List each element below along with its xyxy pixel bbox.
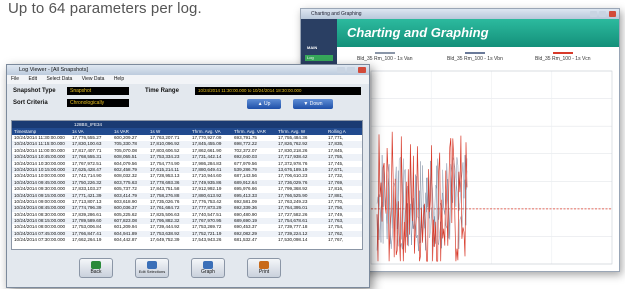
log-viewer-title: Log Viewer - [All Snapshots] [7, 65, 369, 75]
caption: Up to 64 parameters per log. [8, 0, 202, 17]
table-cell: 17,767, [328, 237, 344, 243]
menu-help[interactable]: Help [114, 76, 124, 82]
sort-criteria-field[interactable]: Chronologically [67, 99, 129, 107]
table-cell: 17,649,752.39 [150, 237, 180, 243]
print-button-label: Print [258, 269, 270, 275]
table-cell: 17,530,098.14 [278, 237, 308, 243]
printer-icon [259, 261, 269, 269]
table-cell: 604,442.87 [114, 237, 137, 243]
legend-item-vcn: Bld_35 Rm_100 - 1s Vcn [535, 52, 591, 62]
table-cell: 17,543,943.26 [192, 237, 222, 243]
log-viewer-window: Log Viewer - [All Snapshots] File Edit S… [6, 64, 370, 288]
line-chart: 126.5K126.0K125.5K125.0K124.5K124.0K123.… [350, 69, 613, 268]
nav-main[interactable]: MAIN [305, 45, 333, 51]
col-header-thrm-va[interactable]: Thrm. Avg. VA [192, 128, 221, 135]
table-cell: 17,662,264.19 [72, 237, 102, 243]
table-group-header: 128BS_IFE34 [12, 121, 362, 128]
col-header-thrm-var[interactable]: Thrm. Avg. VAR [234, 128, 266, 135]
chart-header: Charting and Graphing [337, 19, 619, 47]
graph-button-label: Graph [201, 269, 215, 275]
menu-edit[interactable]: Edit [28, 76, 37, 82]
charting-window-title: Charting and Graphing [301, 9, 619, 19]
legend-item-vbn: Bld_35 Rm_100 - 1s Vbn [447, 52, 503, 62]
charting-window-title-text: Charting and Graphing [311, 11, 362, 17]
table-row[interactable]: 10/24/2014 07:30:00.000 17,662,264.19 604,… [12, 237, 362, 243]
menu-view-data[interactable]: View Data [82, 76, 105, 82]
back-button[interactable]: Back [79, 258, 113, 278]
graph-icon [203, 261, 213, 269]
up-button-label: Up [263, 101, 271, 107]
edit-selections-button-label: Edit Selections [138, 269, 166, 274]
col-header-w[interactable]: 1s W [150, 128, 160, 135]
legend-swatch [552, 52, 573, 54]
legend-swatch [374, 52, 395, 54]
down-button-label: Down [309, 101, 323, 107]
sort-criteria-label: Sort Criteria [13, 100, 48, 106]
table-cell: 10/24/2014 07:30:00.000 [14, 237, 66, 243]
maximize-icon[interactable] [347, 67, 355, 73]
group-header-label: 128BS_IFE34 [74, 122, 103, 127]
col-header-va[interactable]: 1s VA [72, 128, 84, 135]
edit-selections-button[interactable]: Edit Selections [135, 258, 169, 278]
graph-button[interactable]: Graph [191, 258, 225, 278]
minimize-icon[interactable] [337, 67, 345, 73]
time-range-field[interactable]: 10/24/2014 11:30:00.000 to 10/24/2014 18… [195, 87, 361, 95]
table-cell: 681,532.47 [234, 237, 257, 243]
table-body: 10/24/2014 11:30:00.000 17,776,555.27 600,… [12, 135, 362, 244]
legend-label: Bld_35 Rm_100 - 1s Van [357, 56, 413, 62]
menu-file[interactable]: File [11, 76, 19, 82]
menu-select-data[interactable]: Select Data [46, 76, 72, 82]
log-viewer-title-text: Log Viewer - [All Snapshots] [19, 67, 88, 73]
print-button[interactable]: Print [247, 258, 281, 278]
maximize-icon[interactable] [599, 11, 606, 17]
col-header-thrm-w[interactable]: Thrm. Avg. W [278, 128, 305, 135]
nav-log[interactable]: Log [305, 55, 333, 61]
col-header-var[interactable]: 1s VAR [114, 128, 129, 135]
col-header-timestamp[interactable]: Timestamp [14, 128, 36, 135]
legend-label: Bld_35 Rm_100 - 1s Vcn [535, 56, 591, 62]
menu-bar: File Edit Select Data View Data Help [7, 75, 369, 84]
snapshot-type-field[interactable]: Snapshot [67, 87, 129, 95]
time-range-label: Time Range [145, 88, 179, 94]
close-icon[interactable] [609, 11, 616, 17]
minimize-icon[interactable] [590, 11, 597, 17]
back-button-label: Back [90, 269, 102, 275]
legend-swatch [464, 52, 485, 54]
table-header-row: Timestamp 1s VA 1s VAR 1s W Thrm. Avg. V… [12, 128, 362, 135]
snapshot-type-label: Snapshot Type [13, 88, 56, 94]
legend-label: Bld_35 Rm_100 - 1s Vbn [447, 56, 503, 62]
up-button[interactable]: ▲ Up [247, 99, 281, 109]
down-button[interactable]: ▼ Down [293, 99, 333, 109]
edit-icon [147, 261, 157, 269]
back-arrow-icon [91, 261, 101, 269]
col-header-rolling[interactable]: Rolling A [328, 128, 346, 135]
legend-item-van: Bld_35 Rm_100 - 1s Van [357, 52, 413, 62]
close-icon[interactable] [358, 67, 366, 73]
data-table[interactable]: 128BS_IFE34 Timestamp 1s VA 1s VAR 1s W … [11, 120, 363, 250]
